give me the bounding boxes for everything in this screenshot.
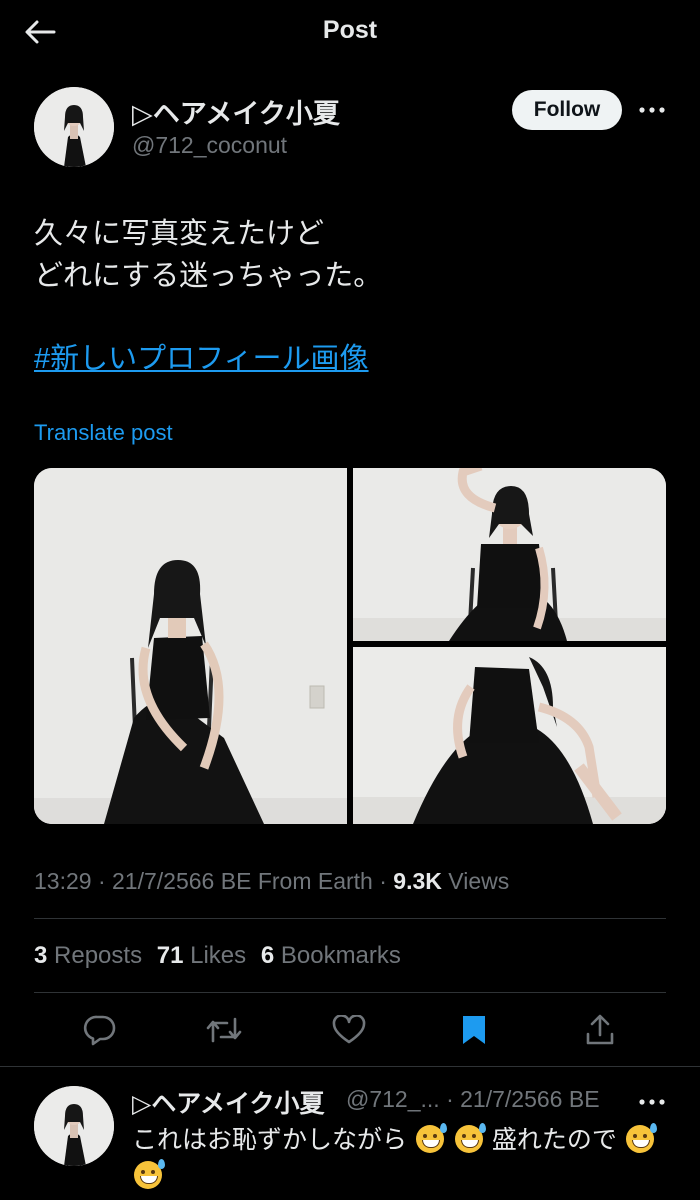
author-handle[interactable]: @712_coconut [132, 132, 287, 159]
share-icon [586, 1014, 614, 1045]
more-options-button[interactable] [636, 98, 668, 122]
grinning-sweat-emoji-icon [415, 1123, 447, 1153]
likes-label: Likes [190, 942, 247, 969]
reply-separator: · [446, 1086, 454, 1112]
reply-avatar-photo [34, 1086, 114, 1166]
photo-2[interactable] [353, 468, 666, 641]
engagement-stats: 3 Reposts 71 Likes 6 Bookmarks [34, 942, 409, 970]
photo-3[interactable] [353, 647, 666, 824]
reply-text: これはお恥ずかしながら 盛れたので [132, 1122, 662, 1194]
repost-button[interactable] [202, 1008, 246, 1052]
reply-more-button[interactable] [636, 1090, 668, 1114]
post-time[interactable]: 13:29 [34, 868, 92, 894]
photo-1-image [34, 468, 347, 824]
views-label: Views [448, 868, 510, 894]
post-date[interactable]: 21/7/2566 BE [112, 868, 251, 894]
likes-count: 71 [156, 942, 184, 969]
reposts-stat[interactable]: 3 Reposts [34, 942, 142, 969]
bookmarks-stat[interactable]: 6 Bookmarks [261, 942, 401, 969]
bookmarks-label: Bookmarks [280, 942, 401, 969]
reply-text-part1: これはお恥ずかしながら [132, 1126, 408, 1154]
page-title: Post [322, 16, 378, 44]
repost-icon [206, 1017, 242, 1043]
author-avatar[interactable] [34, 87, 114, 167]
divider [34, 918, 666, 919]
bookmark-icon [463, 1016, 485, 1044]
media-grid [34, 468, 666, 824]
like-icon [332, 1015, 366, 1044]
grinning-sweat-emoji-icon [454, 1123, 486, 1153]
separator-2: · [379, 868, 387, 894]
photo-1[interactable] [34, 468, 347, 824]
reply-avatar[interactable] [34, 1086, 114, 1166]
photo-2-image [353, 468, 666, 641]
avatar-photo [34, 87, 114, 167]
reply-text-part2: 盛れたので [491, 1126, 617, 1154]
reply-button[interactable] [78, 1008, 122, 1052]
like-button[interactable] [327, 1008, 371, 1052]
views-count: 9.3K [393, 868, 442, 894]
grinning-sweat-emoji-icon [134, 1159, 165, 1189]
bookmark-button[interactable] [452, 1008, 496, 1052]
reply-metadata: @712_... · 21/7/2566 BE [346, 1086, 600, 1113]
reply-date[interactable]: 21/7/2566 BE [460, 1086, 599, 1112]
reply-author-name[interactable]: ▷ヘアメイク小夏 [132, 1084, 324, 1120]
reposts-label: Reposts [54, 942, 143, 969]
post-metadata: 13:29 · 21/7/2566 BE From Earth · 9.3K V… [34, 868, 509, 895]
thread-divider [0, 1066, 700, 1067]
follow-button[interactable]: Follow [512, 90, 622, 130]
reposts-count: 3 [34, 942, 48, 969]
photo-3-image [353, 647, 666, 824]
reply-icon [83, 1015, 116, 1046]
reply-handle[interactable]: @712_... [346, 1086, 440, 1112]
translate-post-link[interactable]: Translate post [34, 420, 173, 446]
separator-1: · [97, 868, 106, 894]
hashtag-link[interactable]: #新しいプロフィール画像 [34, 335, 369, 377]
more-icon [639, 1099, 665, 1105]
more-icon [639, 107, 665, 113]
grinning-sweat-emoji-icon [625, 1123, 657, 1153]
author-name[interactable]: ▷ヘアメイク小夏 [132, 92, 340, 131]
top-bar: Post [0, 0, 700, 62]
bookmarks-count: 6 [260, 942, 275, 969]
share-button[interactable] [578, 1008, 622, 1052]
post-text: 久々に写真変えたけど どれにする迷っちゃった。 [34, 218, 383, 292]
divider [34, 992, 666, 993]
likes-stat[interactable]: 71 Likes [157, 942, 246, 969]
post-location: From Earth [257, 868, 373, 894]
